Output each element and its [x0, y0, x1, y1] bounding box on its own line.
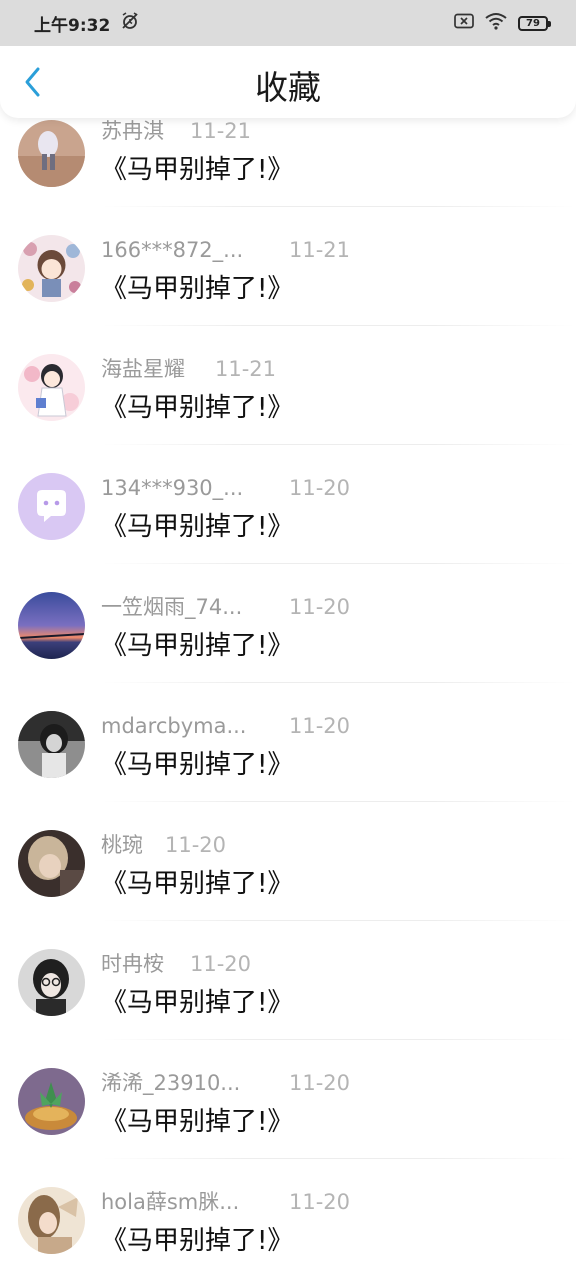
favorite-title[interactable]: 《马甲别掉了!》: [101, 152, 293, 188]
user-name[interactable]: 海盐星耀: [101, 354, 185, 384]
favorite-title[interactable]: 《马甲别掉了!》: [101, 390, 293, 426]
divider: [101, 444, 576, 445]
timestamp: 11-21: [190, 119, 252, 143]
avatar[interactable]: [18, 235, 85, 302]
favorite-title[interactable]: 《马甲别掉了!》: [101, 866, 293, 902]
list-item[interactable]: 浠浠_23910... 11-20 《马甲别掉了!》: [0, 1068, 576, 1187]
favorite-title[interactable]: 《马甲别掉了!》: [101, 1223, 293, 1259]
favorite-title[interactable]: 《马甲别掉了!》: [101, 1104, 293, 1140]
page-title: 收藏: [255, 68, 321, 107]
name-row: 桃琬 11-20: [101, 830, 561, 860]
avatar[interactable]: [18, 830, 85, 897]
list-item[interactable]: 134***930_... 11-20 《马甲别掉了!》: [0, 473, 576, 592]
timestamp: 11-21: [289, 238, 351, 262]
name-row: 海盐星耀 11-21: [101, 354, 561, 384]
avatar[interactable]: [18, 949, 85, 1016]
list-item[interactable]: mdarcbyma... 11-20 《马甲别掉了!》: [0, 711, 576, 830]
timestamp: 11-20: [190, 952, 252, 976]
name-row: mdarcbyma... 11-20: [101, 711, 561, 741]
avatar[interactable]: [18, 120, 85, 187]
divider: [101, 563, 576, 564]
list-item[interactable]: 苏冉淇 11-21 《马甲别掉了!》: [0, 116, 576, 235]
name-row: 134***930_... 11-20: [101, 473, 561, 503]
timestamp: 11-20: [289, 714, 351, 738]
user-name[interactable]: 桃琬: [101, 830, 143, 860]
timestamp: 11-20: [289, 1190, 351, 1214]
list-item[interactable]: 桃琬 11-20 《马甲别掉了!》: [0, 830, 576, 949]
timestamp: 11-21: [215, 357, 277, 381]
name-row: 一笠烟雨_74... 11-20: [101, 592, 561, 622]
divider: [101, 206, 576, 207]
avatar[interactable]: [18, 1068, 85, 1135]
battery-indicator: 79: [518, 15, 551, 31]
avatar[interactable]: [18, 711, 85, 778]
user-name[interactable]: mdarcbyma...: [101, 711, 246, 741]
timestamp: 11-20: [289, 1071, 351, 1095]
timestamp: 11-20: [165, 833, 227, 857]
alarm-off-icon: [120, 11, 140, 35]
user-name[interactable]: 一笠烟雨_74...: [101, 592, 242, 622]
divider: [101, 1039, 576, 1040]
favorites-screen: 上午9:32 79 收藏 苏冉淇 11-21 《马甲别掉了!》 166***87…: [0, 0, 576, 1280]
status-right: 79: [454, 12, 551, 34]
avatar[interactable]: [18, 473, 85, 540]
divider: [101, 325, 576, 326]
sim-off-icon: [454, 13, 474, 33]
user-name[interactable]: 浠浠_23910...: [101, 1068, 240, 1098]
divider: [101, 682, 576, 683]
list-item[interactable]: 166***872_... 11-21 《马甲别掉了!》: [0, 235, 576, 354]
favorite-title[interactable]: 《马甲别掉了!》: [101, 271, 293, 307]
favorite-title[interactable]: 《马甲别掉了!》: [101, 747, 293, 783]
favorite-title[interactable]: 《马甲别掉了!》: [101, 985, 293, 1021]
favorite-title[interactable]: 《马甲别掉了!》: [101, 509, 293, 545]
user-name[interactable]: 苏冉淇: [101, 116, 164, 146]
divider: [101, 801, 576, 802]
favorite-title[interactable]: 《马甲别掉了!》: [101, 628, 293, 664]
user-name[interactable]: 166***872_...: [101, 235, 243, 265]
avatar[interactable]: [18, 354, 85, 421]
nav-bar: 收藏: [0, 46, 576, 118]
user-name[interactable]: hola薛sm脒...: [101, 1187, 239, 1217]
user-name[interactable]: 时冉桉: [101, 949, 164, 979]
name-row: 166***872_... 11-21: [101, 235, 561, 265]
wifi-icon: [484, 12, 508, 34]
timestamp: 11-20: [289, 476, 351, 500]
status-left: 上午9:32: [34, 11, 140, 36]
name-row: 时冉桉 11-20: [101, 949, 561, 979]
list-item[interactable]: 海盐星耀 11-21 《马甲别掉了!》: [0, 354, 576, 473]
name-row: 浠浠_23910... 11-20: [101, 1068, 561, 1098]
avatar[interactable]: [18, 1187, 85, 1254]
timestamp: 11-20: [289, 595, 351, 619]
divider: [101, 1158, 576, 1159]
list-item[interactable]: 一笠烟雨_74... 11-20 《马甲别掉了!》: [0, 592, 576, 711]
list-item[interactable]: 时冉桉 11-20 《马甲别掉了!》: [0, 949, 576, 1068]
status-bar: 上午9:32 79: [0, 0, 576, 46]
avatar[interactable]: [18, 592, 85, 659]
user-name[interactable]: 134***930_...: [101, 473, 243, 503]
list-item[interactable]: hola薛sm脒... 11-20 《马甲别掉了!》: [0, 1187, 576, 1280]
divider: [101, 920, 576, 921]
name-row: 苏冉淇 11-21: [101, 116, 561, 146]
status-time: 上午9:32: [34, 15, 111, 36]
name-row: hola薛sm脒... 11-20: [101, 1187, 561, 1217]
